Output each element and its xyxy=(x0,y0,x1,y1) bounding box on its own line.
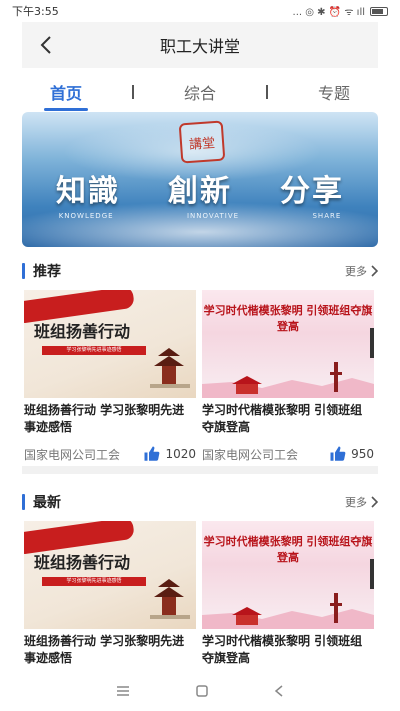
section-divider xyxy=(22,466,378,474)
latest-header: 最新 更多 xyxy=(22,490,378,514)
tab-bar: 首页 综合 专题 xyxy=(22,72,378,112)
page-title: 职工大讲堂 xyxy=(159,37,240,56)
chevron-right-icon xyxy=(371,496,378,508)
banner-subtitles: KNOWLEDGE INNOVATIVE SHARE xyxy=(22,212,378,220)
thumbnail-heading: 班组扬善行动 xyxy=(34,553,131,572)
thumbnail-bar: 学习张黎明先进事迹感悟 xyxy=(42,346,146,355)
thumbnail-bar-text: 学习张黎明先进事迹感悟 xyxy=(66,578,122,584)
top-nav-bar: 职工大讲堂 xyxy=(22,22,378,68)
thumbnail-heading: 学习时代楷模张黎明 引领班组夺旗登高 xyxy=(203,535,373,564)
scroll-indicator xyxy=(370,559,374,589)
thumbnail-heading: 班组扬善行动 xyxy=(34,322,131,341)
recommended-header: 推荐 更多 xyxy=(22,259,378,283)
section-marker xyxy=(22,263,25,279)
like-count: 1020 xyxy=(165,447,196,461)
recommended-title: 推荐 xyxy=(33,264,61,280)
like-counter[interactable]: 950 xyxy=(329,445,374,463)
status-bar: 下午3:55 ... ◎ ✱ ⏰ ᯤ ıll xyxy=(0,0,400,22)
card-title[interactable]: 学习时代楷模张黎明 引领班组夺旗登高 xyxy=(202,402,374,438)
card-title[interactable]: 班组扬善行动 学习张黎明先进事迹感悟 xyxy=(24,633,196,669)
back-triangle-icon[interactable] xyxy=(274,685,284,697)
skyline-illustration xyxy=(202,593,374,629)
recommended-card-1[interactable]: 班组扬善行动 学习张黎明先进事迹感悟 班组扬善行动 学习张黎明先进事迹感悟 国家… xyxy=(24,290,196,466)
recommended-more-link[interactable]: 更多 xyxy=(345,263,378,279)
banner-sub-innovative: INNOVATIVE xyxy=(186,212,240,220)
latest-card-2[interactable]: 学习时代楷模张黎明 引领班组夺旗登高 学习时代楷模张黎明 引领班组夺旗登高 xyxy=(202,521,374,669)
card-meta: 国家电网公司工会 1020 xyxy=(24,442,196,466)
scroll-indicator xyxy=(370,328,374,358)
latest-card-1[interactable]: 班组扬善行动 学习张黎明先进事迹感悟 班组扬善行动 学习张黎明先进事迹感悟 xyxy=(24,521,196,669)
like-count: 950 xyxy=(351,447,374,461)
hero-banner[interactable]: 講堂 知識 創新 分享 KNOWLEDGE INNOVATIVE SHARE xyxy=(22,112,378,247)
thumbs-up-icon xyxy=(144,446,160,461)
back-button[interactable] xyxy=(34,33,58,57)
card-title[interactable]: 学习时代楷模张黎明 引领班组夺旗登高 xyxy=(202,633,374,669)
video-thumbnail[interactable]: 班组扬善行动 学习张黎明先进事迹感悟 xyxy=(24,521,196,629)
video-thumbnail[interactable]: 班组扬善行动 学习张黎明先进事迹感悟 xyxy=(24,290,196,398)
card-source: 国家电网公司工会 xyxy=(24,447,121,462)
banner-word-innovative: 創新 xyxy=(168,174,232,209)
system-nav-bar xyxy=(0,671,400,711)
card-title[interactable]: 班组扬善行动 学习张黎明先进事迹感悟 xyxy=(24,402,196,438)
banner-sub-share: SHARE xyxy=(312,212,342,220)
pagoda-illustration xyxy=(150,579,190,619)
more-label: 更多 xyxy=(345,496,367,509)
battery-icon xyxy=(370,6,388,16)
system-icons: ... ◎ ✱ ⏰ ᯤ ıll xyxy=(292,7,365,18)
tab-home[interactable]: 首页 xyxy=(43,76,89,111)
latest-title: 最新 xyxy=(33,495,61,511)
section-marker xyxy=(22,494,25,510)
pagoda-illustration xyxy=(150,348,190,388)
chevron-left-icon xyxy=(40,36,51,54)
skyline-illustration xyxy=(202,362,374,398)
chevron-right-icon xyxy=(371,265,378,277)
thumbnail-bar-text: 学习张黎明先进事迹感悟 xyxy=(66,347,122,353)
tab-special[interactable]: 专题 xyxy=(312,76,356,108)
thumbnail-bar: 学习张黎明先进事迹感悟 xyxy=(42,577,146,586)
thumbs-up-icon xyxy=(330,446,346,461)
tab-general[interactable]: 综合 xyxy=(178,76,222,108)
card-meta: 国家电网公司工会 950 xyxy=(202,442,374,466)
like-counter[interactable]: 1020 xyxy=(143,445,196,463)
card-source: 国家电网公司工会 xyxy=(202,447,299,462)
status-icons: ... ◎ ✱ ⏰ ᯤ ıll xyxy=(293,4,388,18)
thumbnail-heading: 学习时代楷模张黎明 引领班组夺旗登高 xyxy=(203,304,373,333)
more-label: 更多 xyxy=(345,265,367,278)
latest-more-link[interactable]: 更多 xyxy=(345,494,378,510)
home-square-icon[interactable] xyxy=(196,685,208,697)
banner-word-share: 分享 xyxy=(280,174,344,209)
banner-word-knowledge: 知識 xyxy=(56,174,120,209)
recommended-card-2[interactable]: 学习时代楷模张黎明 引领班组夺旗登高 学习时代楷模张黎明 引领班组夺旗登高 国家… xyxy=(202,290,374,466)
banner-sub-knowledge: KNOWLEDGE xyxy=(58,212,114,220)
status-time: 下午3:55 xyxy=(12,5,59,18)
banner-words: 知識 創新 分享 xyxy=(22,166,378,210)
menu-icon[interactable] xyxy=(116,685,130,697)
video-thumbnail[interactable]: 学习时代楷模张黎明 引领班组夺旗登高 xyxy=(202,290,374,398)
tab-separator xyxy=(265,85,268,99)
video-thumbnail[interactable]: 学习时代楷模张黎明 引领班组夺旗登高 xyxy=(202,521,374,629)
tab-separator xyxy=(131,85,134,99)
banner-seal-logo: 講堂 xyxy=(178,120,226,164)
